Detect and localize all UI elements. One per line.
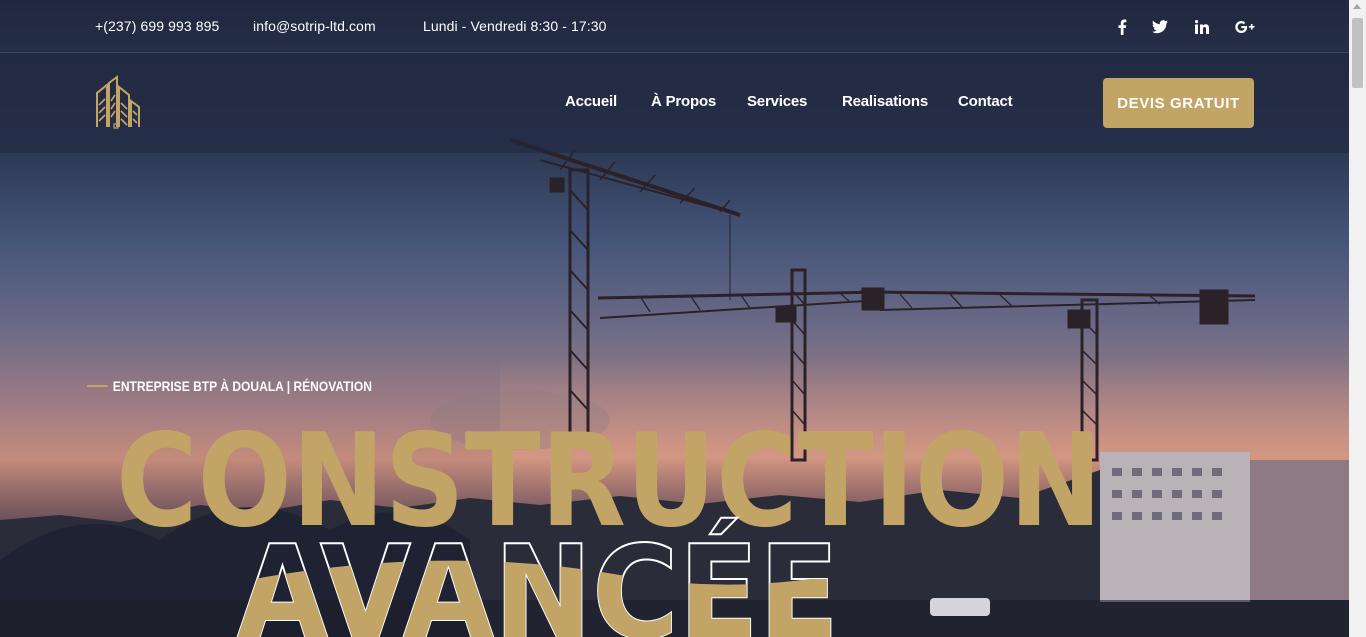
top-info-bar: +(237) 699 993 895 info@sotrip-ltd.com L… [0,0,1349,53]
nav-item-services[interactable]: Services [747,93,807,110]
linkedin-icon[interactable] [1191,16,1213,38]
scrollbar-thumb[interactable] [1352,18,1363,88]
nav-item-contact[interactable]: Contact [958,93,1013,110]
nav-item-realisations[interactable]: Realisations [842,93,928,110]
email-address[interactable]: info@sotrip-ltd.com [253,18,376,34]
opening-hours: Lundi - Vendredi 8:30 - 17:30 [423,18,607,34]
nav-item-a-propos[interactable]: À Propos [651,93,716,110]
nav-item-accueil[interactable]: Accueil [565,93,617,110]
company-logo[interactable] [95,75,141,131]
tagline-dash [87,385,108,387]
scroll-up-arrow-icon[interactable] [1353,4,1361,9]
main-header: Accueil À Propos Services Realisations C… [0,53,1349,153]
free-quote-button[interactable]: DEVIS GRATUIT [1103,78,1254,128]
hero-tagline: ENTREPRISE BTP À DOUALA | RÉNOVATION [87,376,372,396]
phone-number[interactable]: +(237) 699 993 895 [95,18,219,34]
facebook-icon[interactable] [1111,16,1133,38]
hero-tagline-text: ENTREPRISE BTP À DOUALA | RÉNOVATION [112,378,372,394]
google-plus-icon[interactable] [1233,16,1257,38]
page-scrollbar[interactable] [1349,0,1366,637]
twitter-icon[interactable] [1149,16,1171,38]
